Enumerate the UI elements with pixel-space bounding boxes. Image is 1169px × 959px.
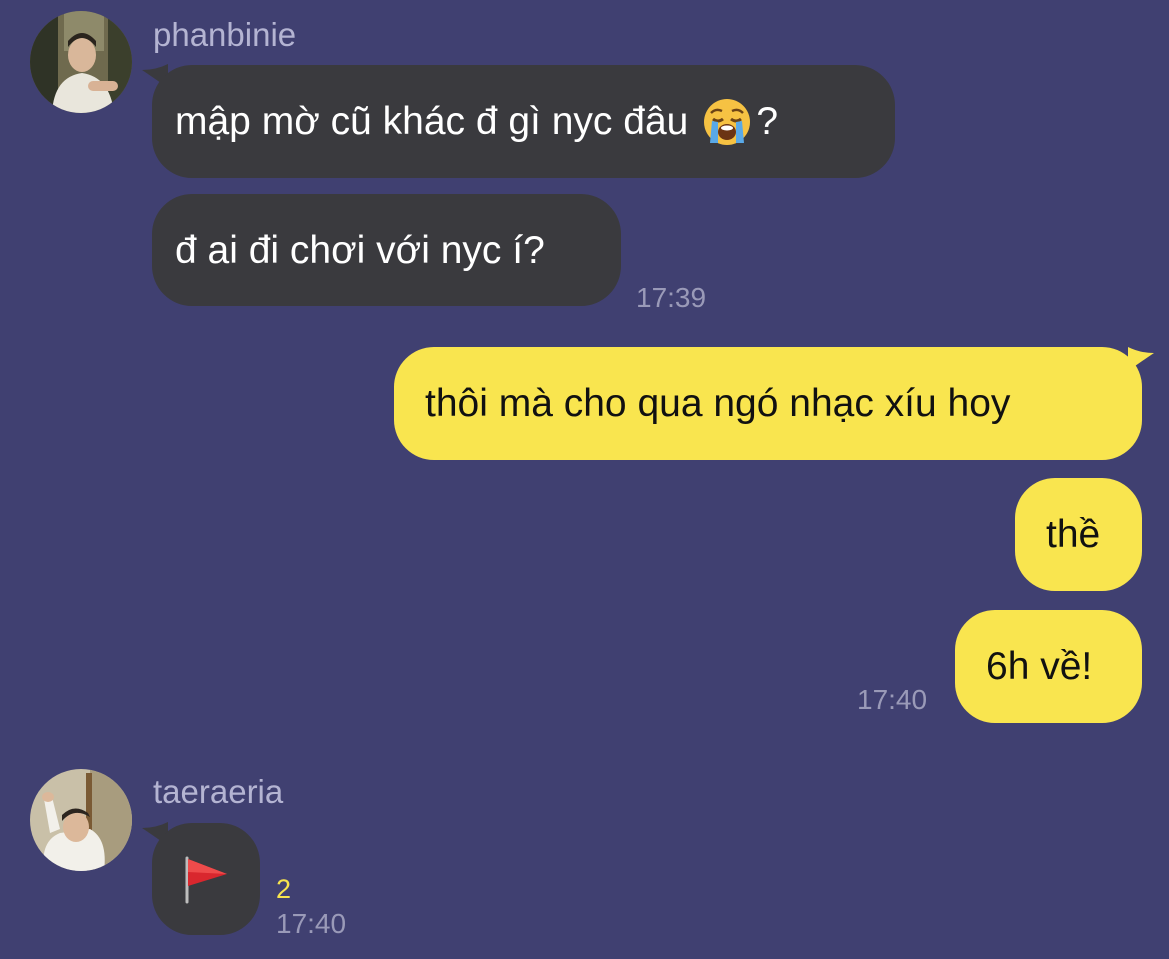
avatar-photo-icon — [30, 769, 132, 871]
message-timestamp: 17:39 — [636, 282, 707, 313]
message-bubble-outgoing[interactable]: thề — [1015, 478, 1142, 591]
message-timestamp: 17:40 — [857, 684, 928, 715]
message-text: thề — [1046, 513, 1101, 556]
sender-name: taeraeria — [153, 773, 284, 810]
message-bubble-outgoing[interactable]: thôi mà cho qua ngó nhạc xíu hoy — [394, 347, 1142, 460]
loudly-crying-face-icon — [702, 97, 752, 147]
message-text-suffix: ? — [756, 100, 779, 143]
message-bubble-incoming[interactable]: đ ai đi chơi với nyc í? — [152, 194, 621, 306]
message-bubble-outgoing[interactable]: 6h về! — [955, 610, 1142, 723]
avatar-photo-icon — [30, 11, 132, 113]
message-bubble-incoming[interactable]: mập mờ cũ khác đ gì nyc đâu ? — [152, 65, 895, 178]
message-text: thôi mà cho qua ngó nhạc xíu hoy — [425, 382, 1011, 425]
unread-count: 2 — [276, 874, 292, 904]
message-timestamp: 17:40 — [276, 908, 347, 939]
message-text: 6h về! — [986, 645, 1093, 688]
red-flag-icon — [185, 856, 227, 904]
message-text: đ ai đi chơi với nyc í? — [175, 228, 545, 272]
message-text: mập mờ cũ khác đ gì nyc đâu — [175, 100, 689, 143]
avatar-phanbinie[interactable] — [30, 11, 132, 113]
sender-name: phanbinie — [153, 16, 297, 53]
avatar-taeraeria[interactable] — [30, 769, 132, 871]
message-bubble-incoming[interactable] — [152, 823, 260, 935]
